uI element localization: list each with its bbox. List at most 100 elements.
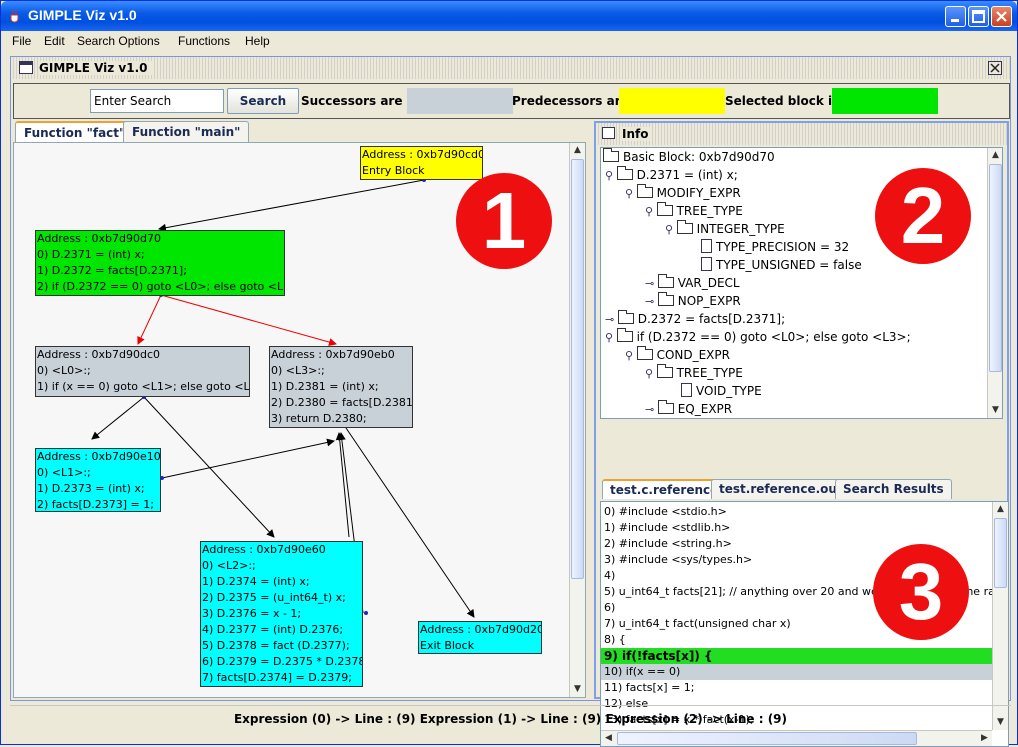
internal-frame-close-button[interactable] — [988, 61, 1002, 75]
tree-node[interactable]: ⊸ NOP_EXPR — [645, 292, 741, 310]
scroll-down-icon[interactable]: ▼ — [988, 403, 1002, 418]
edge-dc0-to-e60 — [143, 396, 275, 538]
search-input[interactable] — [90, 89, 224, 113]
scroll-down-icon[interactable]: ▼ — [570, 682, 585, 697]
block-line: 0) <L1>:; — [37, 466, 91, 479]
function-tab-panel: Function "fact" Function "main" Address … — [13, 121, 586, 701]
expand-handle-icon[interactable]: ⚲ — [605, 331, 617, 344]
tab-test-reference-out[interactable]: test.reference.out — [711, 479, 851, 499]
tree-node[interactable]: ⚲ TREE_TYPE — [645, 364, 743, 382]
collapsed-handle-icon[interactable]: ⊸ — [605, 313, 618, 326]
edge-e10-to-eb0 — [161, 438, 335, 479]
graph-vertical-scrollbar[interactable]: ▲ ▼ — [569, 143, 585, 697]
folder-icon — [617, 310, 634, 324]
tab-function-fact[interactable]: Function "fact" — [15, 121, 135, 142]
block-line: 2) if (D.2372 == 0) goto <L0>; else goto… — [37, 280, 285, 293]
block-line: 1) if (x == 0) goto <L1>; else goto <L2>… — [37, 380, 250, 393]
internal-frame-title-bar[interactable]: GIMPLE Viz v1.0 — [11, 57, 1010, 79]
folder-icon — [616, 166, 633, 180]
block-line: Address : 0xb7d90eb0 — [271, 348, 395, 361]
tree-scroll-thumb[interactable] — [989, 164, 1002, 372]
collapsed-handle-icon[interactable]: ⊸ — [645, 403, 658, 416]
tree-node[interactable]: ⚲ D.2371 = (int) x; — [605, 166, 738, 184]
minimize-icon — [951, 19, 959, 22]
tree-node[interactable]: ⚲ INTEGER_TYPE — [665, 220, 785, 238]
tree-node[interactable]: ⚲ MODIFY_EXPR — [625, 184, 741, 202]
source-line-successor: 10) if(x == 0) — [601, 664, 992, 680]
tab-function-main[interactable]: Function "main" — [123, 121, 250, 142]
block-dc0[interactable]: Address : 0xb7d90dc0 0) <L0>:; 1) if (x … — [35, 346, 250, 397]
block-exit[interactable]: Address : 0xb7d90d20 Exit Block — [418, 621, 542, 654]
expand-handle-icon[interactable]: ⚲ — [625, 187, 637, 200]
frame-icon — [19, 61, 33, 74]
menu-bar: File Edit Search Options Functions Help — [1, 31, 1017, 51]
tree-vertical-scrollbar[interactable]: ▲ ▼ — [987, 148, 1002, 418]
block-line: 0) <L3>:; — [271, 364, 325, 377]
block-line: Address : 0xb7d90dc0 — [37, 348, 161, 361]
block-e10[interactable]: Address : 0xb7d90e10 0) <L1>:; 1) D.2373… — [35, 448, 161, 512]
badge-1: 1 — [456, 173, 552, 269]
source-line: 0) #include <stdio.h> — [604, 505, 727, 518]
block-line: 7) facts[D.2374] = D.2379; — [202, 671, 352, 684]
internal-frame-title: GIMPLE Viz v1.0 — [39, 61, 152, 75]
graph-scroll-thumb[interactable] — [571, 159, 584, 579]
tree-node[interactable]: ⊸ D.2372 = facts[D.2371]; — [605, 310, 785, 328]
source-line-selected: 9) if(!facts[x]) { — [601, 648, 992, 664]
scroll-up-icon[interactable]: ▲ — [993, 502, 1008, 517]
block-line: Entry Block — [362, 164, 425, 177]
frame-icon — [602, 127, 615, 139]
expand-handle-icon[interactable]: ⚲ — [665, 223, 677, 236]
successors-color-swatch — [407, 88, 513, 114]
block-line: 1) D.2373 = (int) x; — [37, 482, 145, 495]
source-scroll-thumb[interactable] — [994, 518, 1007, 588]
maximize-button[interactable] — [968, 6, 989, 27]
menu-help[interactable]: Help — [245, 34, 270, 48]
folder-icon — [636, 346, 653, 360]
document-icon — [701, 239, 712, 253]
tab-test-c-reference[interactable]: test.c.reference — [602, 479, 727, 499]
close-button[interactable] — [991, 6, 1012, 27]
minimize-button[interactable] — [945, 6, 966, 27]
menu-edit[interactable]: Edit — [44, 34, 65, 48]
block-line: 1) D.2372 = facts[D.2371]; — [37, 264, 187, 277]
tree-node[interactable]: ⚲ TREE_TYPE — [645, 202, 743, 220]
expand-handle-icon[interactable]: ⚲ — [605, 169, 617, 182]
expand-handle-icon[interactable]: ⚲ — [625, 349, 637, 362]
tree-node[interactable]: ⚲ if (D.2372 == 0) goto <L0>; else goto … — [605, 328, 911, 346]
collapsed-handle-icon[interactable]: ⊸ — [645, 295, 658, 308]
source-vertical-scrollbar[interactable]: ▲ ▼ — [992, 502, 1008, 730]
main-window: GIMPLE Viz v1.0 File Edit Search Options… — [0, 0, 1018, 747]
block-eb0[interactable]: Address : 0xb7d90eb0 0) <L3>:; 1) D.2381… — [269, 346, 413, 428]
menu-search-options[interactable]: Search Options — [77, 34, 160, 48]
tree-leaf[interactable]: TYPE_PRECISION = 32 — [701, 238, 849, 256]
tree-node[interactable]: Basic Block: 0xb7d90d70 — [603, 148, 775, 166]
tree-leaf[interactable]: TYPE_UNSIGNED = false — [701, 256, 862, 274]
block-line: 4) D.2377 = (int) D.2376; — [202, 623, 344, 636]
tab-search-results[interactable]: Search Results — [835, 479, 952, 499]
block-line: 3) D.2376 = x - 1; — [202, 607, 302, 620]
title-bar[interactable]: GIMPLE Viz v1.0 — [1, 1, 1017, 31]
menu-functions[interactable]: Functions — [178, 34, 230, 48]
tree-leaf[interactable]: VOID_TYPE — [681, 382, 762, 400]
folder-icon — [676, 220, 693, 234]
block-line: 1) D.2381 = (int) x; — [271, 380, 379, 393]
menu-file[interactable]: File — [12, 34, 31, 48]
block-entry[interactable]: Address : 0xb7d90cd0 Entry Block — [360, 146, 483, 180]
info-title-bar: Info — [596, 123, 1007, 145]
predecessors-label: Predecessors are — [512, 94, 629, 108]
collapsed-handle-icon[interactable]: ⊸ — [645, 277, 658, 290]
folder-icon — [656, 364, 673, 378]
block-e60[interactable]: Address : 0xb7d90e60 0) <L2>:; 1) D.2374… — [200, 541, 363, 687]
tree-node[interactable]: ⊸ EQ_EXPR — [645, 400, 732, 418]
search-button[interactable]: Search — [227, 88, 299, 114]
expand-handle-icon[interactable]: ⚲ — [645, 205, 657, 218]
block-line: 2) facts[D.2373] = 1; — [37, 498, 154, 511]
expand-handle-icon[interactable]: ⚲ — [645, 367, 657, 380]
scroll-up-icon[interactable]: ▲ — [988, 148, 1002, 163]
block-line: 2) D.2375 = (u_int64_t) x; — [202, 591, 346, 604]
tree-node[interactable]: ⊸ VAR_DECL — [645, 274, 740, 292]
status-bar: Expression (0) -> Line : (9) Expression … — [10, 705, 1011, 735]
scroll-up-icon[interactable]: ▲ — [570, 143, 585, 158]
tree-node[interactable]: ⚲ COND_EXPR — [625, 346, 730, 364]
block-d70-selected[interactable]: Address : 0xb7d90d70 0) D.2371 = (int) x… — [35, 230, 285, 296]
